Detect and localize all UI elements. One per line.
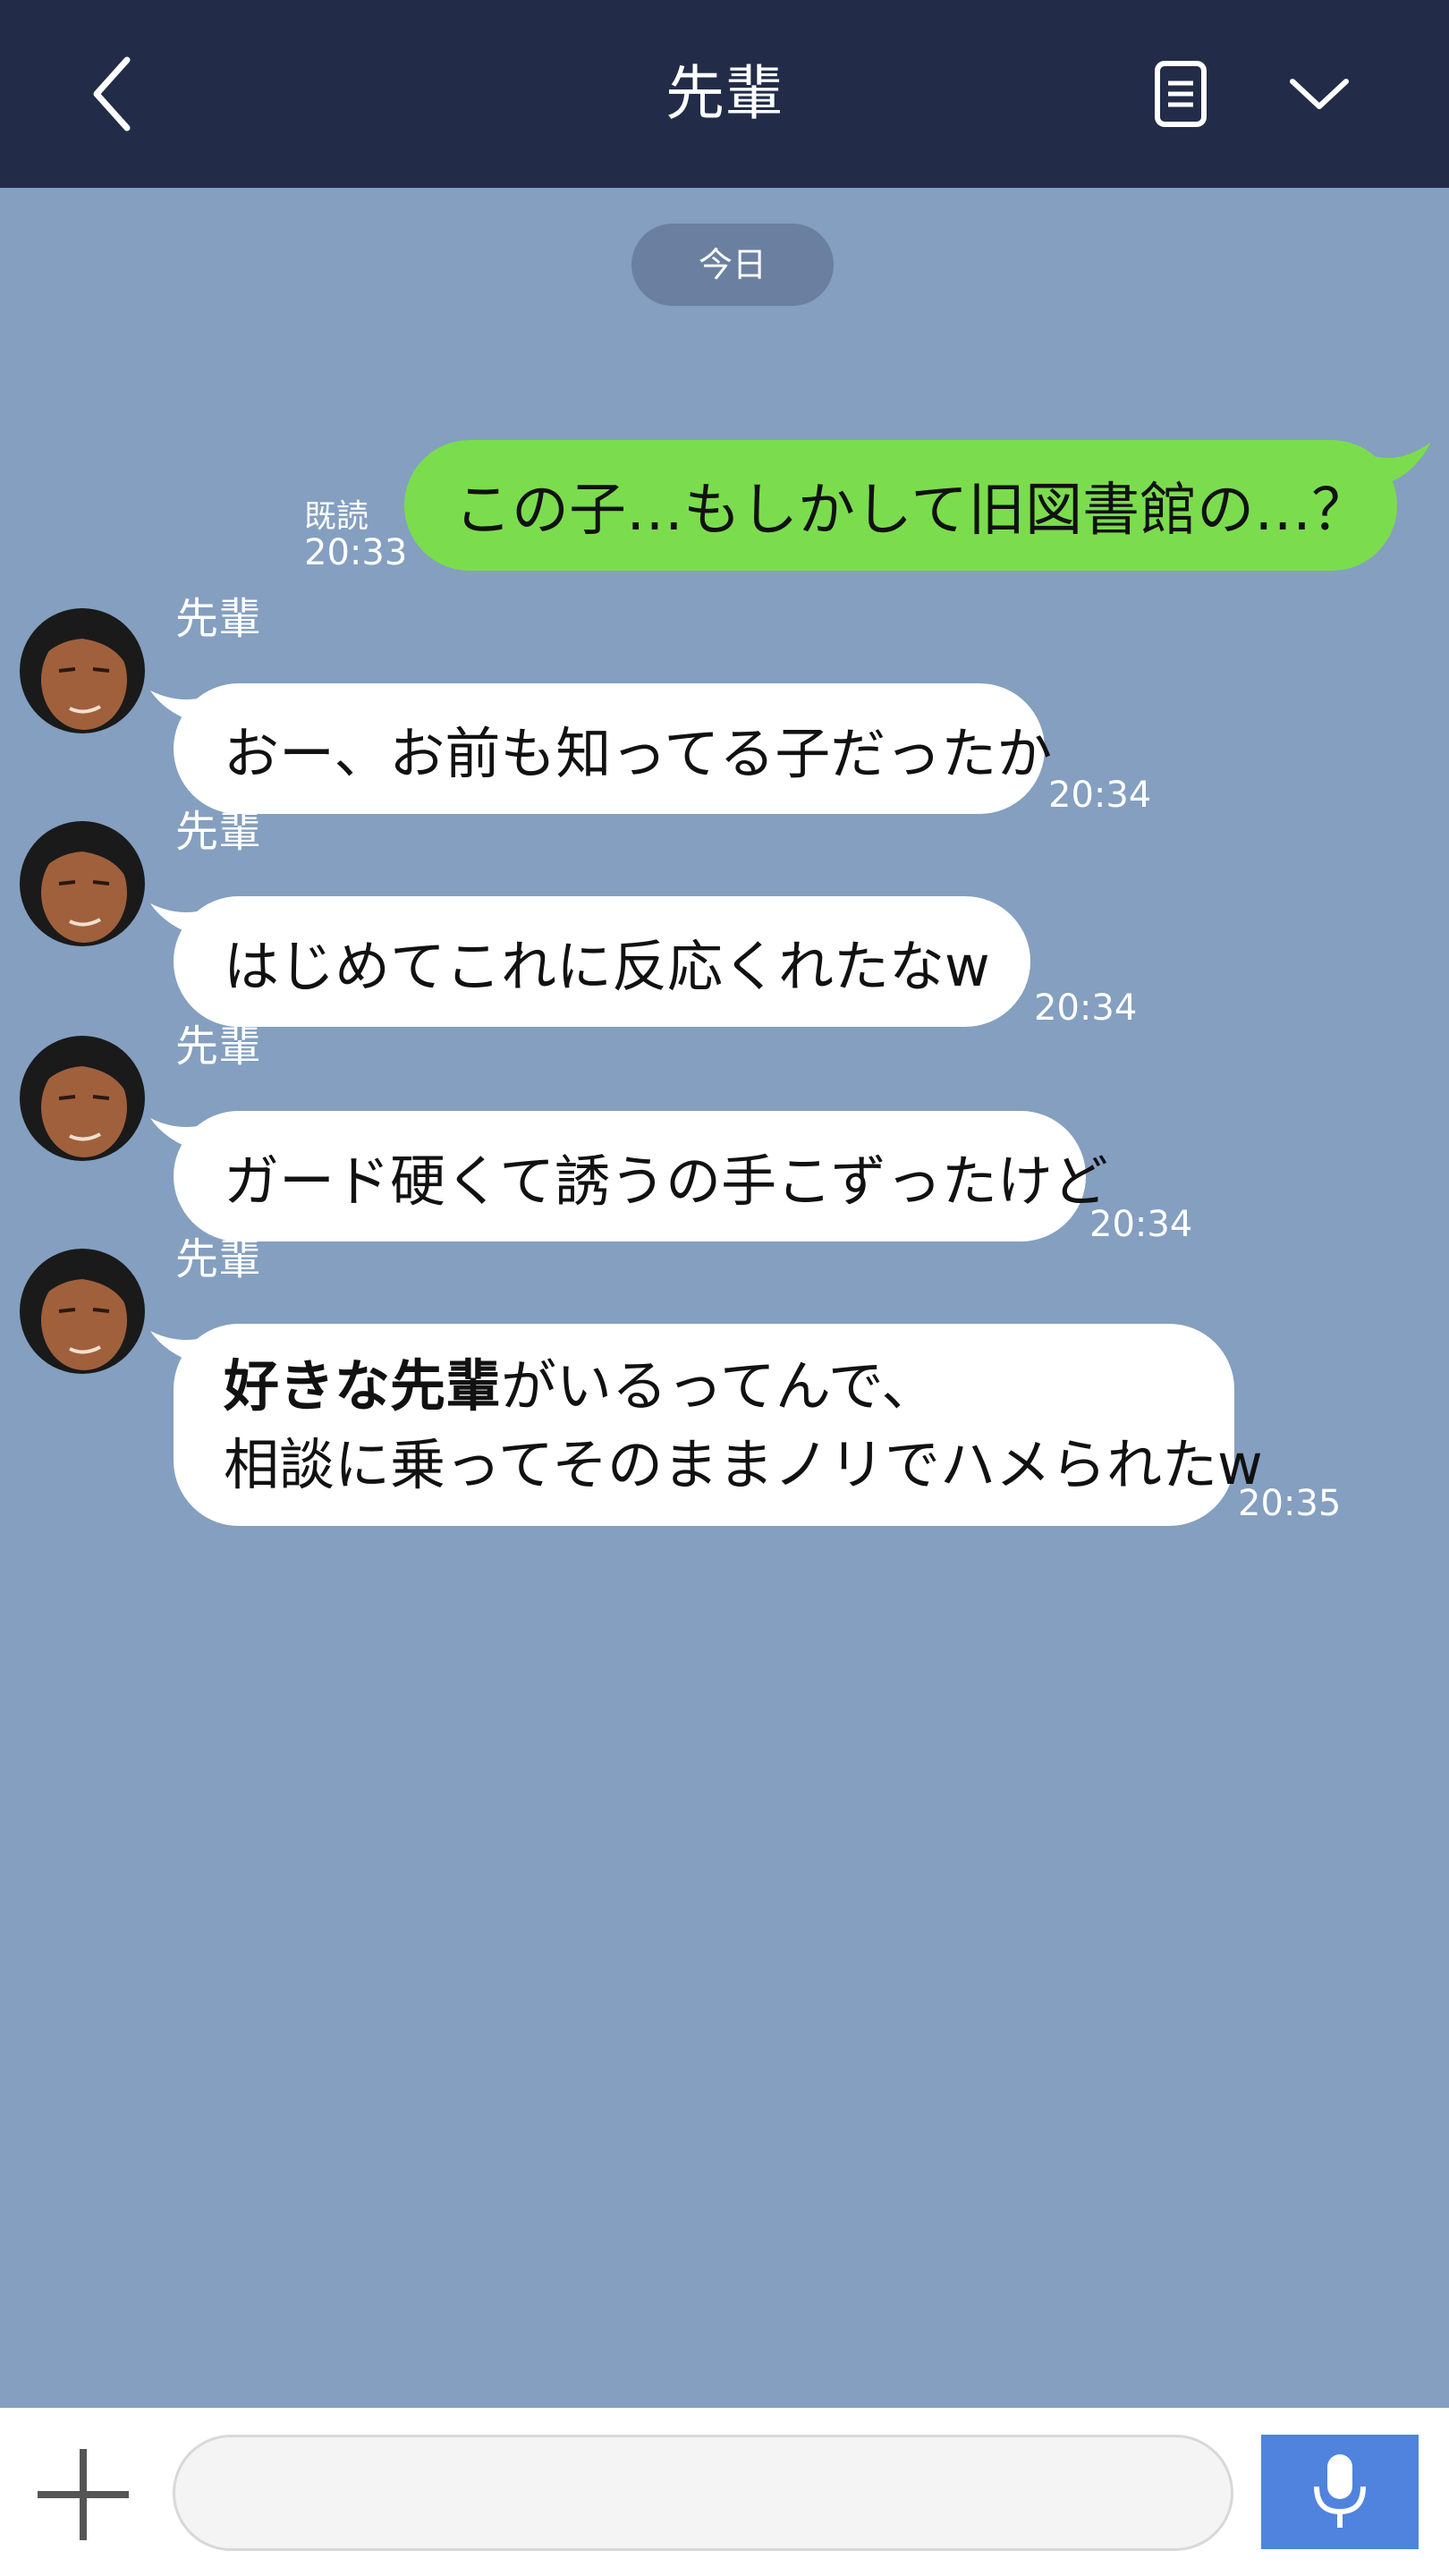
chat-screen: 先輩 今日 この子…もしかして旧図書館の…？ 既読 20:33 先輩 おー、お前… (0, 0, 1449, 2576)
sender-name: 先輩 (175, 594, 262, 644)
message-bubble[interactable]: この子…もしかして旧図書館の…？ (404, 440, 1397, 571)
message-area[interactable]: 今日 この子…もしかして旧図書館の…？ 既読 20:33 先輩 おー、お前も知っ… (0, 188, 1449, 2408)
message-text: おー、お前も知ってる子だったか (224, 721, 1053, 786)
message-bubble[interactable]: ガード硬くて誘うの手こずったけど (174, 1111, 1108, 1241)
sender-name: 先輩 (175, 1021, 262, 1072)
message-time: 20:35 (1238, 1483, 1342, 1524)
message-bold-text: 好きな先輩 (224, 1353, 502, 1419)
message-text: ガード硬くて誘うの手こずったけど (224, 1148, 1108, 1214)
avatar[interactable] (20, 821, 145, 946)
message-text-line2: 相談に乗ってそのままノリでハメられたw (224, 1432, 1263, 1497)
message-input[interactable] (173, 2435, 1362, 2551)
plus-icon[interactable] (34, 2445, 132, 2544)
message-bubble[interactable]: 好きな先輩がいるってんで、 相談に乗ってそのままノリでハメられたw (174, 1324, 1263, 1526)
message-time: 20:34 (1034, 987, 1138, 1029)
message-input-text[interactable] (202, 2455, 1100, 2538)
message-text-rest: がいるってんで、 (501, 1353, 937, 1419)
chevron-down-icon[interactable] (1275, 49, 1364, 139)
message-bubble[interactable]: おー、お前も知ってる子だったか (174, 683, 1053, 814)
message-text: はじめてこれに反応くれたなw (224, 934, 990, 999)
message-time: 20:34 (1089, 1204, 1193, 1245)
message-bubble[interactable]: はじめてこれに反応くれたなw (174, 896, 1030, 1027)
sender-name: 先輩 (175, 807, 262, 857)
date-separator: 今日 (631, 224, 834, 306)
microphone-icon (1314, 2454, 1366, 2528)
input-bar (0, 2408, 1449, 2576)
message-time: 20:33 (304, 532, 408, 573)
header-bar: 先輩 (0, 0, 1449, 188)
chat-title: 先輩 (665, 59, 784, 128)
sender-name: 先輩 (175, 1234, 262, 1284)
read-receipt: 既読 (304, 498, 369, 535)
message-text: この子…もしかして旧図書館の…？ (454, 478, 1369, 544)
back-arrow-icon[interactable] (68, 49, 157, 139)
avatar[interactable] (20, 608, 145, 733)
microphone-button[interactable] (1261, 2435, 1419, 2549)
notes-icon[interactable] (1136, 49, 1225, 139)
message-text: 好きな先輩がいるってんで、 相談に乗ってそのままノリでハメられたw (224, 1347, 1263, 1504)
avatar[interactable] (20, 1249, 145, 1374)
message-time: 20:34 (1048, 775, 1152, 816)
avatar[interactable] (20, 1036, 145, 1161)
